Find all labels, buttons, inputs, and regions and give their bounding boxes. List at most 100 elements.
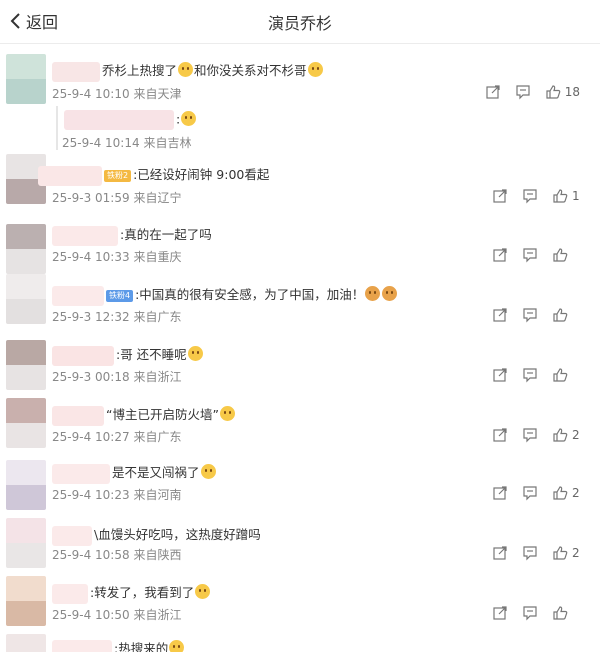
username-blurred[interactable] — [52, 639, 112, 652]
share-icon — [493, 368, 507, 382]
username-blurred[interactable] — [38, 165, 102, 186]
share-button[interactable] — [492, 247, 508, 263]
comment-body: “博主已开启防火墙” — [106, 407, 219, 422]
comment-actions: 2 — [492, 427, 580, 443]
share-button[interactable] — [485, 84, 501, 100]
comment-button[interactable] — [522, 247, 538, 263]
username-blurred[interactable] — [52, 225, 118, 246]
comment-text: :哥 还不睡呢 — [52, 344, 204, 366]
like-button[interactable]: 2 — [552, 545, 580, 561]
comment-button[interactable] — [522, 427, 538, 443]
username-blurred[interactable] — [64, 110, 174, 130]
emoji-icon — [169, 640, 185, 652]
like-button[interactable]: 1 — [552, 188, 580, 204]
reply-meta: 25-9-4 10:14 来自吉林 — [62, 136, 192, 150]
comment-text: \血馒头好吃吗，这热度好蹭吗 — [52, 524, 261, 546]
like-button[interactable]: 2 — [552, 485, 580, 501]
comment-item: :热搜来的 — [0, 632, 600, 652]
comment-item: 是不是又闯祸了 25-9-4 10:23 来自河南 2 — [0, 456, 600, 512]
like-button[interactable]: 2 — [552, 427, 580, 443]
comment-icon — [523, 606, 537, 621]
username-blurred[interactable] — [52, 345, 114, 366]
username-blurred[interactable] — [52, 61, 100, 82]
share-button[interactable] — [492, 485, 508, 501]
like-button[interactable] — [552, 307, 580, 323]
avatar[interactable] — [6, 634, 46, 652]
emoji-icon — [178, 62, 194, 77]
username-blurred[interactable] — [52, 463, 110, 484]
emoji-icon — [307, 62, 323, 77]
share-button[interactable] — [492, 427, 508, 443]
comment-icon — [523, 486, 537, 501]
avatar[interactable] — [6, 518, 46, 568]
comment-text: “博主已开启防火墙” — [52, 404, 236, 426]
comment-button[interactable] — [515, 84, 531, 100]
emoji-icon — [219, 406, 235, 421]
comment-actions: 18 — [485, 84, 580, 100]
username-blurred[interactable] — [52, 525, 92, 546]
comment-body-cont: 和你没关系对不杉哥 — [194, 63, 307, 78]
avatar[interactable] — [6, 576, 46, 626]
like-button[interactable] — [552, 367, 580, 383]
share-button[interactable] — [492, 605, 508, 621]
comment-body: 是不是又闯祸了 — [112, 465, 200, 480]
share-icon — [493, 606, 507, 620]
comment-icon — [523, 189, 537, 204]
comment-text: 铁粉4:中国真的很有安全感，为了中国，加油！ — [52, 284, 398, 306]
share-button[interactable] — [492, 545, 508, 561]
like-count: 18 — [564, 85, 580, 99]
share-icon — [493, 189, 507, 203]
comment-button[interactable] — [522, 485, 538, 501]
comment-meta: 25-9-3 01:59 来自辽宁 — [52, 191, 182, 205]
like-icon — [553, 428, 568, 442]
comment-actions — [492, 307, 580, 323]
like-button[interactable]: 18 — [545, 84, 580, 100]
comment-item: 铁粉4:中国真的很有安全感，为了中国，加油！ 25-9-3 12:32 来自广东 — [0, 274, 600, 330]
emoji-icon — [195, 584, 211, 599]
comment-icon — [523, 428, 537, 443]
comment-button[interactable] — [522, 307, 538, 323]
share-button[interactable] — [492, 188, 508, 204]
page-title: 演员乔杉 — [267, 14, 332, 33]
comment-actions — [492, 367, 580, 383]
like-icon — [553, 189, 568, 203]
comment-body: :转发了，我看到了 — [90, 585, 195, 600]
comment-item: 乔杉上热搜了 和你没关系对不杉哥 25-9-4 10:10 来自天津 18 — [0, 52, 600, 112]
avatar[interactable] — [6, 54, 46, 104]
share-icon — [493, 546, 507, 560]
comment-button[interactable] — [522, 188, 538, 204]
comment-actions: 2 — [492, 545, 580, 561]
comment-text: 铁粉2:已经设好闹钟 9:00看起 — [38, 164, 269, 186]
comment-item: :真的在一起了吗 25-9-4 10:33 来自重庆 — [0, 218, 600, 274]
comment-button[interactable] — [522, 545, 538, 561]
comment-body: 乔杉上热搜了 — [102, 63, 178, 78]
avatar[interactable] — [6, 398, 46, 448]
avatar[interactable] — [6, 460, 46, 510]
comment-button[interactable] — [522, 605, 538, 621]
comment-meta: 25-9-4 10:33 来自重庆 — [52, 250, 182, 264]
comment-body: :哥 还不睡呢 — [116, 347, 187, 362]
like-button[interactable] — [552, 247, 580, 263]
comment-text: :真的在一起了吗 — [52, 224, 212, 246]
fan-badge: 铁粉4 — [106, 289, 134, 302]
comment-text: :热搜来的 — [52, 638, 185, 652]
reply-body: : — [176, 111, 181, 127]
username-blurred[interactable] — [52, 285, 104, 306]
comment-body: :中国真的很有安全感，为了中国，加油！ — [135, 287, 365, 302]
avatar[interactable] — [6, 274, 46, 324]
avatar[interactable] — [6, 224, 46, 274]
comment-meta: 25-9-4 10:23 来自河南 — [52, 488, 182, 502]
like-button[interactable] — [552, 605, 580, 621]
share-icon — [493, 428, 507, 442]
top-bar: 返回 演员乔杉 — [0, 0, 600, 44]
share-button[interactable] — [492, 307, 508, 323]
username-blurred[interactable] — [52, 583, 88, 604]
comment-icon — [523, 248, 537, 263]
comment-button[interactable] — [522, 367, 538, 383]
share-button[interactable] — [492, 367, 508, 383]
username-blurred[interactable] — [52, 405, 104, 426]
comment-item: 铁粉2:已经设好闹钟 9:00看起 25-9-3 01:59 来自辽宁 1 — [0, 150, 600, 210]
emoji-icon — [181, 110, 197, 126]
avatar[interactable] — [6, 340, 46, 390]
comment-actions: 1 — [492, 188, 580, 204]
